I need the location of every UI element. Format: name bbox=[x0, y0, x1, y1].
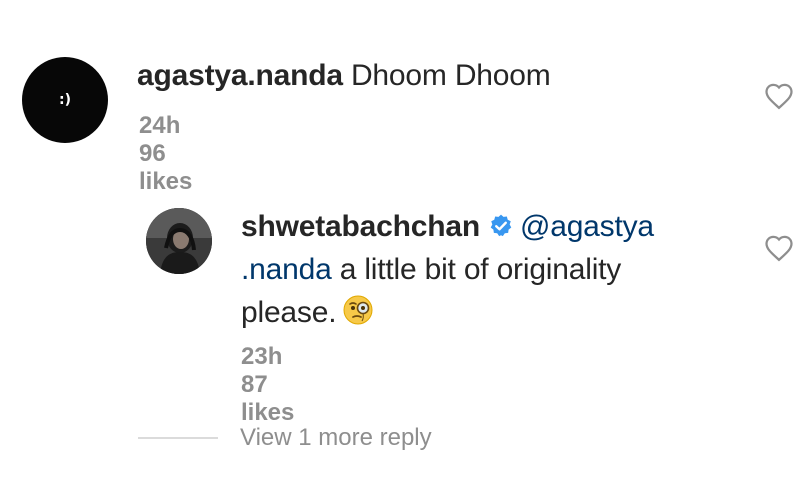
comment-username[interactable]: agastya.nanda bbox=[137, 59, 343, 92]
view-more-replies-label: View 1 more reply bbox=[240, 424, 432, 451]
comment-body: shwetabachchan @agastya .nanda a little … bbox=[241, 205, 711, 334]
avatar[interactable] bbox=[146, 208, 212, 274]
view-more-replies-button[interactable]: View 1 more reply bbox=[138, 420, 432, 456]
comment-time[interactable]: 24h bbox=[139, 112, 180, 139]
monocle-face-emoji-icon bbox=[343, 295, 373, 325]
comment-username[interactable]: shwetabachchan bbox=[241, 210, 480, 243]
heart-icon[interactable] bbox=[764, 234, 794, 262]
comment-meta: 23h 87 likes bbox=[241, 343, 342, 427]
avatar-text: :) bbox=[59, 92, 71, 108]
comment-likes[interactable]: 87 likes bbox=[241, 371, 294, 426]
previous-reply-fragment bbox=[300, 0, 500, 4]
avatar-photo bbox=[146, 208, 212, 274]
comment-text: Dhoom Dhoom bbox=[350, 59, 551, 92]
divider-line bbox=[138, 437, 218, 439]
comment-body: agastya.nanda Dhoom Dhoom bbox=[137, 54, 737, 97]
avatar[interactable]: :) bbox=[22, 57, 108, 143]
heart-icon[interactable] bbox=[764, 82, 794, 110]
comment-meta: 24h 96 likes bbox=[139, 112, 240, 196]
comment-time[interactable]: 23h bbox=[241, 343, 282, 370]
verified-badge-icon bbox=[490, 214, 512, 237]
comment-likes[interactable]: 96 likes bbox=[139, 140, 192, 195]
